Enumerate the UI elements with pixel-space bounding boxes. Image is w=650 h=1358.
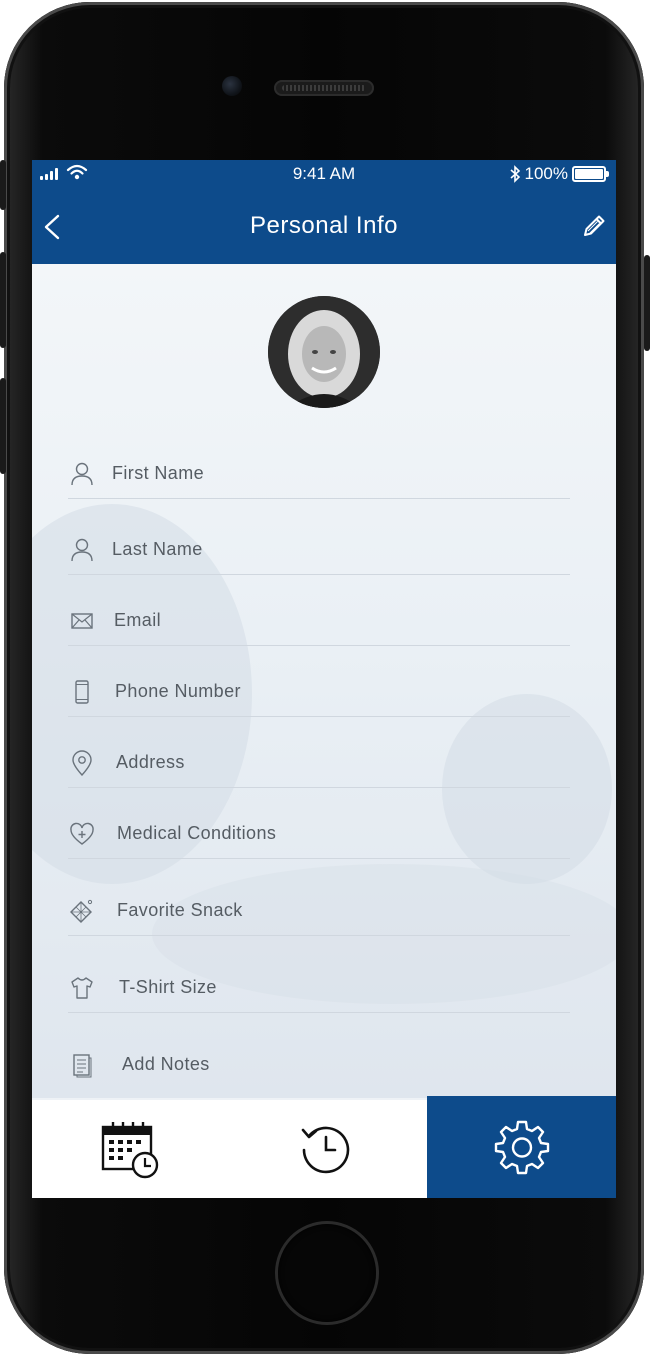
map-pin-icon [72, 750, 92, 777]
notes-icon [73, 1054, 92, 1078]
last-name-label: Last Name [112, 539, 203, 559]
status-right: 100% [509, 164, 609, 184]
add-notes-label: Add Notes [122, 1054, 210, 1074]
status-bar: 9:41 AM 100% [32, 160, 616, 188]
home-button[interactable] [278, 1224, 376, 1322]
mute-switch [0, 160, 6, 210]
tshirt-icon [71, 977, 93, 999]
earpiece-speaker [274, 80, 374, 96]
person-icon [71, 462, 93, 486]
envelope-icon [71, 613, 93, 629]
bluetooth-icon [509, 165, 520, 183]
gear-icon [494, 1120, 549, 1175]
tab-history[interactable] [228, 1100, 424, 1198]
medical-conditions-field[interactable]: Medical Conditions [68, 810, 570, 859]
phone-number-field[interactable]: Phone Number [68, 668, 570, 717]
profile-photo [268, 296, 380, 408]
medical-conditions-label: Medical Conditions [117, 823, 277, 843]
phone-icon [75, 680, 89, 704]
person-icon [71, 538, 93, 562]
tab-schedule[interactable] [32, 1100, 228, 1198]
favorite-snack-field[interactable]: Favorite Snack [68, 887, 570, 936]
email-label: Email [114, 610, 162, 630]
last-name-field[interactable]: Last Name [68, 526, 570, 575]
calendar-clock-icon [101, 1122, 159, 1179]
volume-down-button [0, 378, 6, 474]
edit-pencil-icon[interactable] [580, 212, 608, 240]
avatar[interactable] [268, 296, 380, 408]
favorite-snack-label: Favorite Snack [117, 900, 243, 920]
tshirt-size-label: T-Shirt Size [119, 977, 217, 997]
tshirt-size-field[interactable]: T-Shirt Size [68, 964, 570, 1013]
phone-number-label: Phone Number [115, 681, 241, 701]
header-bar: Personal Info [32, 188, 616, 264]
first-name-label: First Name [112, 463, 205, 483]
bottom-tab-bar [32, 1096, 616, 1198]
front-camera [222, 76, 242, 96]
content-area: First Name Last Name Email Phone Number [32, 264, 616, 1098]
address-field[interactable]: Address [68, 739, 570, 788]
tab-settings[interactable] [427, 1096, 616, 1198]
power-button [644, 255, 650, 351]
app-screen: 9:41 AM 100% Personal Info First Name La… [32, 160, 616, 1198]
history-icon [301, 1126, 350, 1174]
first-name-field[interactable]: First Name [68, 450, 570, 499]
heart-plus-icon [70, 822, 94, 845]
add-notes-field[interactable]: Add Notes [68, 1041, 570, 1089]
battery-percent: 100% [524, 164, 568, 183]
address-label: Address [116, 752, 185, 772]
battery-icon [572, 166, 609, 182]
email-field[interactable]: Email [68, 597, 570, 646]
snack-icon [70, 899, 93, 923]
volume-up-button [0, 252, 6, 348]
page-title: Personal Info [250, 212, 398, 239]
